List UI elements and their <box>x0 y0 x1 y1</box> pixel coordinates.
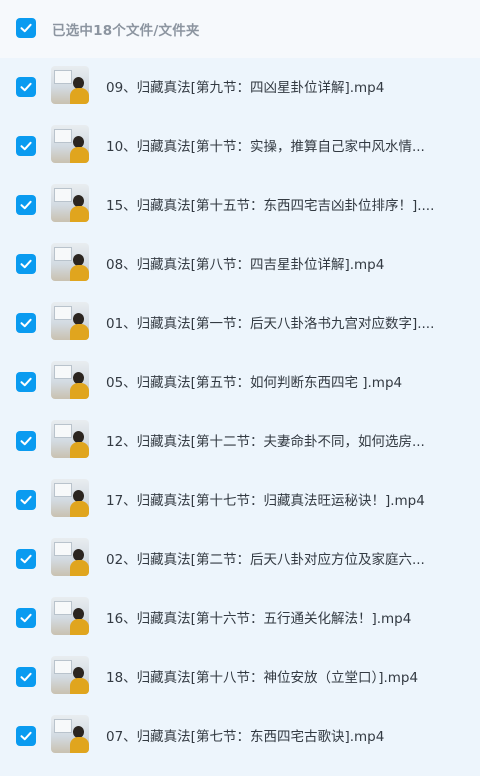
thumbnail-whiteboard <box>54 188 72 202</box>
file-checkbox[interactable] <box>16 195 36 215</box>
video-thumbnail[interactable] <box>51 302 89 340</box>
thumbnail-whiteboard <box>54 424 72 438</box>
file-row[interactable]: 10、归藏真法[第十节：实操，推算自己家中风水情... <box>0 117 480 176</box>
video-thumbnail[interactable] <box>51 66 89 104</box>
thumbnail-whiteboard <box>54 542 72 556</box>
select-all-checkbox[interactable] <box>16 18 36 38</box>
thumbnail-whiteboard <box>54 601 72 615</box>
thumbnail-whiteboard <box>54 660 72 674</box>
check-icon <box>20 23 32 33</box>
file-row[interactable]: 07、归藏真法[第七节：东西四宅古歌诀].mp4 <box>0 707 480 766</box>
selection-header: 已选中18个文件/文件夹 <box>0 0 480 58</box>
file-checkbox[interactable] <box>16 490 36 510</box>
file-row[interactable]: 08、归藏真法[第八节：四吉星卦位详解].mp4 <box>0 235 480 294</box>
thumbnail-presenter-body <box>70 147 89 163</box>
file-checkbox[interactable] <box>16 549 36 569</box>
file-row[interactable]: 12、归藏真法[第十二节：夫妻命卦不同，如何选房... <box>0 412 480 471</box>
video-thumbnail[interactable] <box>51 538 89 576</box>
check-icon <box>20 495 32 505</box>
thumbnail-presenter-body <box>70 678 89 694</box>
thumbnail-presenter-body <box>70 619 89 635</box>
file-name[interactable]: 16、归藏真法[第十六节：五行通关化解法！].mp4 <box>106 607 411 627</box>
file-name[interactable]: 17、归藏真法[第十七节：归藏真法旺运秘诀！].mp4 <box>106 489 425 509</box>
file-name[interactable]: 07、归藏真法[第七节：东西四宅古歌诀].mp4 <box>106 725 384 745</box>
file-checkbox[interactable] <box>16 608 36 628</box>
video-thumbnail[interactable] <box>51 184 89 222</box>
thumbnail-whiteboard <box>54 247 72 261</box>
file-name[interactable]: 10、归藏真法[第十节：实操，推算自己家中风水情... <box>106 135 425 155</box>
thumbnail-whiteboard <box>54 129 72 143</box>
thumbnail-presenter-body <box>70 737 89 753</box>
video-thumbnail[interactable] <box>51 361 89 399</box>
thumbnail-whiteboard <box>54 306 72 320</box>
file-row[interactable]: 17、归藏真法[第十七节：归藏真法旺运秘诀！].mp4 <box>0 471 480 530</box>
check-icon <box>20 672 32 682</box>
file-row[interactable]: 16、归藏真法[第十六节：五行通关化解法！].mp4 <box>0 589 480 648</box>
file-checkbox[interactable] <box>16 313 36 333</box>
file-list: 09、归藏真法[第九节：四凶星卦位详解].mp4 10、归藏真法[第十节：实操，推… <box>0 58 480 776</box>
thumbnail-presenter-body <box>70 501 89 517</box>
check-icon <box>20 318 32 328</box>
thumbnail-presenter-body <box>70 442 89 458</box>
video-thumbnail[interactable] <box>51 125 89 163</box>
check-icon <box>20 200 32 210</box>
selection-count-title: 已选中18个文件/文件夹 <box>52 23 200 39</box>
file-checkbox[interactable] <box>16 136 36 156</box>
check-icon <box>20 613 32 623</box>
file-checkbox[interactable] <box>16 372 36 392</box>
video-thumbnail[interactable] <box>51 656 89 694</box>
thumbnail-whiteboard <box>54 719 72 733</box>
check-icon <box>20 259 32 269</box>
video-thumbnail[interactable] <box>51 243 89 281</box>
video-thumbnail[interactable] <box>51 479 89 517</box>
thumbnail-presenter-body <box>70 383 89 399</box>
check-icon <box>20 554 32 564</box>
file-checkbox[interactable] <box>16 726 36 746</box>
file-row[interactable]: 15、归藏真法[第十五节：东西四宅吉凶卦位排序！].... <box>0 176 480 235</box>
file-checkbox[interactable] <box>16 254 36 274</box>
thumbnail-presenter-body <box>70 560 89 576</box>
video-thumbnail[interactable] <box>51 715 89 753</box>
file-name[interactable]: 12、归藏真法[第十二节：夫妻命卦不同，如何选房... <box>106 430 425 450</box>
file-checkbox[interactable] <box>16 77 36 97</box>
file-row[interactable]: 05、归藏真法[第五节：如何判断东西四宅 ].mp4 <box>0 353 480 412</box>
video-thumbnail[interactable] <box>51 420 89 458</box>
thumbnail-presenter-body <box>70 206 89 222</box>
file-row[interactable]: 18、归藏真法[第十八节：神位安放（立堂口）].mp4 <box>0 648 480 707</box>
check-icon <box>20 731 32 741</box>
check-icon <box>20 436 32 446</box>
file-name[interactable]: 08、归藏真法[第八节：四吉星卦位详解].mp4 <box>106 253 384 273</box>
thumbnail-presenter-body <box>70 265 89 281</box>
thumbnail-whiteboard <box>54 365 72 379</box>
file-row[interactable]: 01、归藏真法[第一节：后天八卦洛书九宫对应数字].... <box>0 294 480 353</box>
file-name[interactable]: 15、归藏真法[第十五节：东西四宅吉凶卦位排序！].... <box>106 194 434 214</box>
check-icon <box>20 141 32 151</box>
file-row[interactable]: 09、归藏真法[第九节：四凶星卦位详解].mp4 <box>0 58 480 117</box>
file-name[interactable]: 09、归藏真法[第九节：四凶星卦位详解].mp4 <box>106 76 384 96</box>
thumbnail-whiteboard <box>54 70 72 84</box>
thumbnail-whiteboard <box>54 483 72 497</box>
thumbnail-presenter-body <box>70 88 89 104</box>
video-thumbnail[interactable] <box>51 597 89 635</box>
check-icon <box>20 377 32 387</box>
file-name[interactable]: 02、归藏真法[第二节：后天八卦对应方位及家庭六... <box>106 548 425 568</box>
file-name[interactable]: 01、归藏真法[第一节：后天八卦洛书九宫对应数字].... <box>106 312 434 332</box>
file-checkbox[interactable] <box>16 431 36 451</box>
file-checkbox[interactable] <box>16 667 36 687</box>
file-row[interactable]: 02、归藏真法[第二节：后天八卦对应方位及家庭六... <box>0 530 480 589</box>
check-icon <box>20 82 32 92</box>
file-name[interactable]: 18、归藏真法[第十八节：神位安放（立堂口）].mp4 <box>106 666 418 686</box>
thumbnail-presenter-body <box>70 324 89 340</box>
file-name[interactable]: 05、归藏真法[第五节：如何判断东西四宅 ].mp4 <box>106 371 402 391</box>
